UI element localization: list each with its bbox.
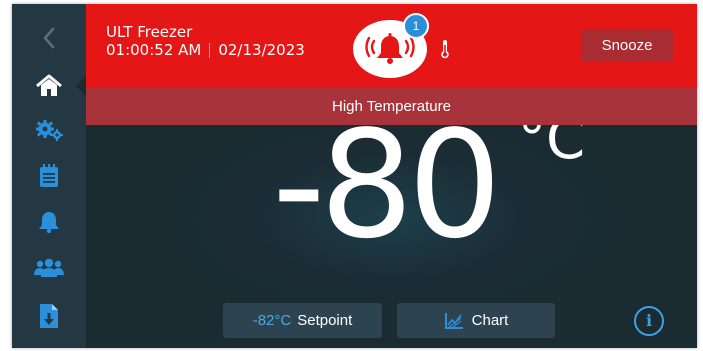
setpoint-label: Setpoint: [297, 312, 353, 329]
info-button[interactable]: i: [634, 306, 664, 336]
sidebar-item-export[interactable]: [12, 294, 86, 338]
active-item-pointer: [76, 76, 86, 96]
sidebar-item-home[interactable]: [12, 64, 86, 108]
chart-button[interactable]: Chart: [397, 303, 555, 338]
current-time: 01:00:52 AM: [106, 41, 202, 59]
current-date: 02/13/2023: [218, 41, 305, 59]
thermometer-icon: [441, 40, 449, 59]
alarm-count-badge: 1: [403, 13, 429, 39]
home-icon: [36, 74, 62, 96]
chart-label: Chart: [471, 312, 509, 329]
settings-gears-icon: [36, 120, 63, 141]
ringing-bell-icon: [365, 33, 415, 64]
alarm-header-bar: ULT Freezer 01:00:52 AM 02/13/2023 1 Sno…: [86, 4, 697, 88]
snooze-button[interactable]: Snooze: [581, 29, 673, 62]
users-icon: [34, 258, 64, 277]
sidebar-item-settings[interactable]: [12, 108, 86, 152]
back-button[interactable]: [12, 16, 86, 60]
notepad-icon: [40, 164, 58, 187]
export-file-icon: [40, 304, 58, 328]
current-temperature: -80: [272, 99, 502, 271]
freezer-screen: -80 °C ULT Freezer 01:00:52 AM 02/13/202…: [12, 4, 697, 348]
datetime-display: 01:00:52 AM 02/13/2023: [106, 41, 305, 59]
sidebar-item-alarms[interactable]: [12, 200, 86, 244]
chart-icon: [444, 312, 463, 329]
setpoint-value: -82°C: [252, 312, 292, 329]
alarm-message-banner: High Temperature: [86, 88, 697, 125]
sidebar-item-log[interactable]: [12, 154, 86, 198]
sidebar-nav: [12, 4, 86, 348]
back-chevron-icon: [43, 27, 55, 49]
device-name: ULT Freezer: [106, 23, 193, 41]
sidebar-item-users[interactable]: [12, 246, 86, 290]
setpoint-button[interactable]: -82°C Setpoint: [223, 303, 382, 338]
datetime-divider: [209, 42, 211, 58]
bell-icon: [39, 212, 59, 233]
main-panel: -80 °C ULT Freezer 01:00:52 AM 02/13/202…: [86, 4, 697, 348]
